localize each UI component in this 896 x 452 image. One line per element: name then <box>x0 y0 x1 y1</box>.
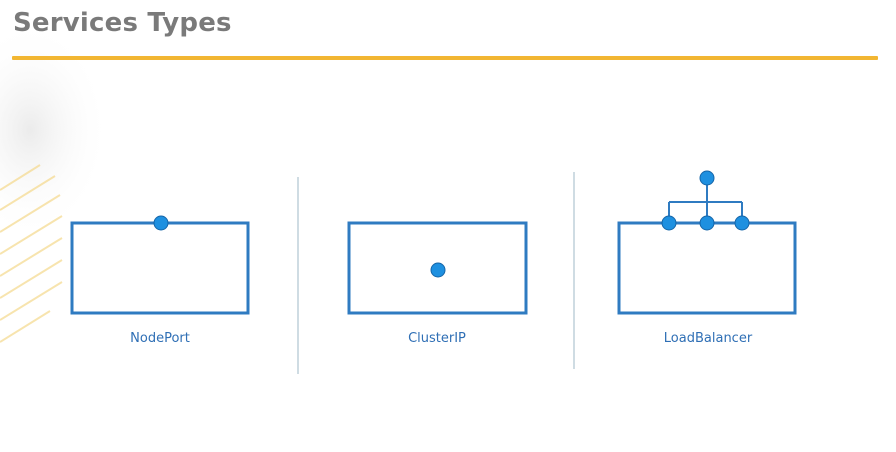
loadbalancer-label: LoadBalancer <box>663 331 753 346</box>
loadbalancer-diagram <box>617 170 797 315</box>
services-diagram <box>70 170 797 374</box>
clusterip-label: ClusterIP <box>408 331 466 346</box>
nodeport-box <box>70 221 250 315</box>
nodeport-diagram <box>70 215 250 315</box>
loadbalancer-box <box>617 221 797 315</box>
clusterip-diagram <box>347 221 528 315</box>
clusterip-internal-node <box>430 262 446 278</box>
lb-external-node <box>699 170 715 186</box>
lb-port-node <box>734 215 750 231</box>
nodeport-label: NodePort <box>130 331 190 346</box>
nodeport-port-node <box>153 215 169 231</box>
lb-port-node <box>699 215 715 231</box>
lb-port-node <box>661 215 677 231</box>
